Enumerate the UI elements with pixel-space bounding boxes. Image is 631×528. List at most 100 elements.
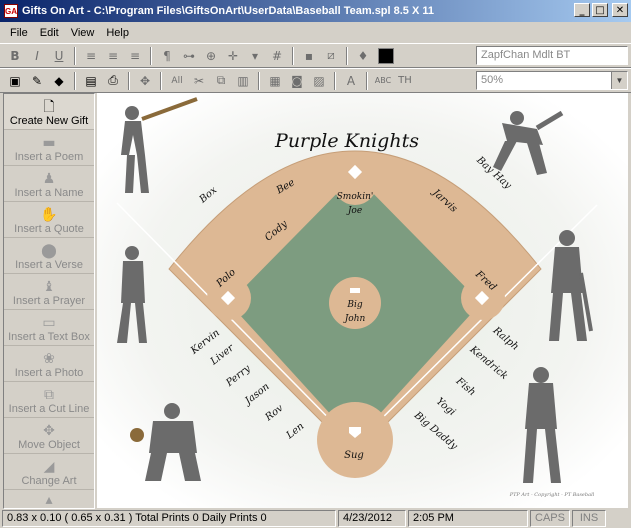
status-ins: INS <box>572 510 606 527</box>
grid-icon[interactable]: # <box>266 46 288 66</box>
font-button[interactable]: A <box>340 71 362 91</box>
eraser-icon[interactable]: ◆ <box>48 71 70 91</box>
name-icon: ♟ <box>42 171 56 187</box>
toolbar-separator <box>160 71 162 90</box>
sidebar-item-label: Insert a Photo <box>14 367 84 379</box>
text-color-swatch[interactable] <box>378 47 394 64</box>
sidebar-item-label: Insert a Verse <box>15 259 83 271</box>
sidebar-item-insert-photo[interactable]: ❀ Insert a Photo <box>4 346 94 382</box>
zoom-value: 50% <box>481 74 504 86</box>
status-time: 2:05 PM <box>408 510 528 527</box>
sidebar-item-label: Insert a Quote <box>14 223 84 235</box>
window-controls: _ □ ✕ <box>574 3 628 17</box>
title-bar: GA Gifts On Art - C:\Program Files\Gifts… <box>0 0 631 22</box>
align-center-icon[interactable]: ≡ <box>102 46 124 66</box>
grid-dropdown-icon[interactable]: ▾ <box>244 46 266 66</box>
more-icon: ▴ <box>45 492 53 508</box>
name-john[interactable]: John <box>343 314 366 324</box>
sidebar-item-more[interactable]: ▴ <box>4 490 94 508</box>
sidebar-item-label: Insert a Name <box>14 187 84 199</box>
menu-edit[interactable]: Edit <box>34 27 65 39</box>
camera-icon[interactable]: ◙ <box>286 71 308 91</box>
sidebar-item-label: Insert a Prayer <box>12 295 86 307</box>
thesaurus-button[interactable]: TH <box>394 71 416 91</box>
toolbar-separator <box>292 46 294 65</box>
baseball-field-art: Purple Knights Box Bee Smokin' Joe Jarvi… <box>97 93 628 508</box>
center-object-icon[interactable]: ✛ <box>222 46 244 66</box>
minimize-button[interactable]: _ <box>574 3 590 17</box>
sidebar-item-insert-name[interactable]: ♟ Insert a Name <box>4 166 94 202</box>
fill-bucket-icon[interactable]: ♦ <box>352 46 374 66</box>
status-date: 4/23/2012 <box>338 510 406 527</box>
textbox-icon: ▭ <box>42 315 56 331</box>
toolbar-separator <box>74 71 76 90</box>
sidebar-item-change-art[interactable]: ◢ Change Art <box>4 454 94 490</box>
chevron-down-icon[interactable]: ▼ <box>611 72 627 89</box>
sidebar-item-label: Insert a Cut Line <box>8 403 90 415</box>
home-plate-dirt <box>317 402 393 478</box>
copy-icon[interactable]: ⧉ <box>210 71 232 91</box>
print-icon[interactable]: ⎙ <box>102 71 124 91</box>
close-button[interactable]: ✕ <box>612 3 628 17</box>
sidebar-item-insert-verse[interactable]: ⬤ Insert a Verse <box>4 238 94 274</box>
select-all-button[interactable]: All <box>166 71 188 91</box>
move-icon: ✥ <box>43 423 55 439</box>
name-big[interactable]: Big <box>346 300 362 310</box>
status-caps: CAPS <box>530 510 570 527</box>
italic-button[interactable]: I <box>26 46 48 66</box>
align-left-icon[interactable]: ≡ <box>80 46 102 66</box>
bold-button[interactable]: B <box>4 46 26 66</box>
prayer-icon: ♝ <box>42 279 56 295</box>
maximize-button[interactable]: □ <box>592 3 608 17</box>
align-right-icon[interactable]: ≡ <box>124 46 146 66</box>
document-icon: 🗋 <box>43 99 55 115</box>
spacing-icon[interactable]: ⊶ <box>178 46 200 66</box>
open-icon[interactable]: ✎ <box>26 71 48 91</box>
toolbar-separator <box>150 46 152 65</box>
verse-icon: ⬤ <box>41 243 57 259</box>
paste-special-icon[interactable]: ▦ <box>264 71 286 91</box>
sidebar-item-insert-quote[interactable]: ✋ Insert a Quote <box>4 202 94 238</box>
sidebar-item-label: Insert a Text Box <box>8 331 90 343</box>
art-icon: ◢ <box>43 459 55 475</box>
menu-help[interactable]: Help <box>100 27 135 39</box>
move-all-icon[interactable]: ✥ <box>134 71 156 91</box>
status-bar: 0.83 x 0.10 ( 0.65 x 0.31 ) Total Prints… <box>0 509 631 528</box>
sidebar-item-label: Move Object <box>18 439 80 451</box>
sidebar-item-insert-cut-line[interactable]: ⧉ Insert a Cut Line <box>4 382 94 418</box>
quote-icon: ✋ <box>40 207 58 223</box>
name-sug[interactable]: Sug <box>344 450 364 461</box>
poem-icon: ▬ <box>42 135 56 151</box>
image-icon[interactable]: ▨ <box>308 71 330 91</box>
app-icon: GA <box>4 4 18 18</box>
cut-icon[interactable]: ✂ <box>188 71 210 91</box>
sidebar-item-insert-prayer[interactable]: ♝ Insert a Prayer <box>4 274 94 310</box>
zoom-select[interactable]: 50% ▼ <box>476 71 628 90</box>
art-copyright: PTP Art - Copyright - PT Baseball <box>509 492 595 498</box>
shade-icon[interactable]: ▪ <box>298 46 320 66</box>
design-canvas[interactable]: Purple Knights Box Bee Smokin' Joe Jarvi… <box>97 93 628 508</box>
print-preview-icon[interactable]: ▤ <box>80 71 102 91</box>
status-info: 0.83 x 0.10 ( 0.65 x 0.31 ) Total Prints… <box>2 510 336 527</box>
menu-bar: File Edit View Help <box>0 23 631 42</box>
name-joe[interactable]: Joe <box>346 206 362 216</box>
font-name-field[interactable]: ZapfChan Mdlt BT <box>476 46 628 65</box>
position-icon[interactable]: ⊕ <box>200 46 222 66</box>
menu-view[interactable]: View <box>65 27 101 39</box>
slant-icon[interactable]: ⧄ <box>320 46 342 66</box>
sidebar-item-insert-poem[interactable]: ▬ Insert a Poem <box>4 130 94 166</box>
menu-file[interactable]: File <box>4 27 34 39</box>
tools-sidebar: 🗋 Create New Gift ▬ Insert a Poem ♟ Inse… <box>3 93 95 509</box>
save-icon[interactable]: ▣ <box>4 71 26 91</box>
sidebar-item-label: Create New Gift <box>9 115 89 127</box>
sidebar-item-create-new-gift[interactable]: 🗋 Create New Gift <box>4 94 94 130</box>
art-title[interactable]: Purple Knights <box>274 130 419 152</box>
spell-check-button[interactable]: ABC <box>372 71 394 91</box>
sidebar-item-insert-text-box[interactable]: ▭ Insert a Text Box <box>4 310 94 346</box>
underline-button[interactable]: U <box>48 46 70 66</box>
paste-icon[interactable]: ▥ <box>232 71 254 91</box>
name-smokin[interactable]: Smokin' <box>337 192 374 202</box>
sidebar-item-move-object[interactable]: ✥ Move Object <box>4 418 94 454</box>
toolbar-separator <box>128 71 130 90</box>
paragraph-icon[interactable]: ¶ <box>156 46 178 66</box>
